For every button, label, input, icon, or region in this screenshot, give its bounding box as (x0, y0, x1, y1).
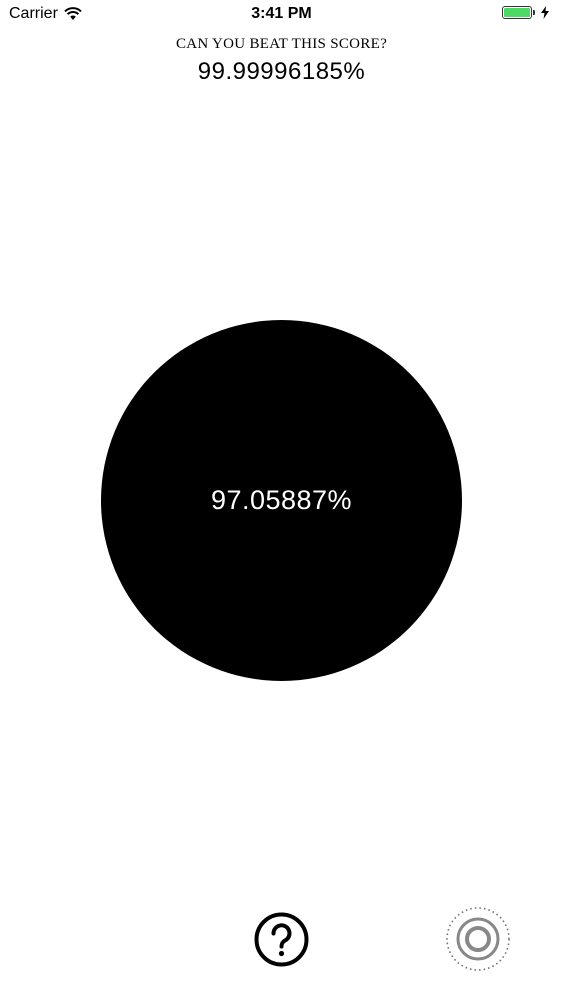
target-button[interactable] (445, 906, 511, 972)
battery-indicator (502, 6, 549, 19)
battery-icon (502, 6, 532, 19)
battery-tip (533, 10, 535, 15)
status-time: 3:41 PM (251, 5, 312, 22)
battery-level (504, 8, 530, 17)
question-circle-icon (254, 912, 309, 967)
target-circle[interactable]: 97.05887% (101, 320, 462, 681)
target-dotted-icon (446, 907, 510, 971)
help-button[interactable] (254, 912, 309, 967)
charging-bolt-icon (541, 6, 549, 19)
status-bar: Carrier 3:41 PM (0, 0, 563, 30)
challenge-label: CAN YOU BEAT THIS SCORE? (175, 36, 388, 52)
best-score: 99.99996185% (197, 58, 366, 85)
current-score: 97.05887% (210, 485, 353, 515)
